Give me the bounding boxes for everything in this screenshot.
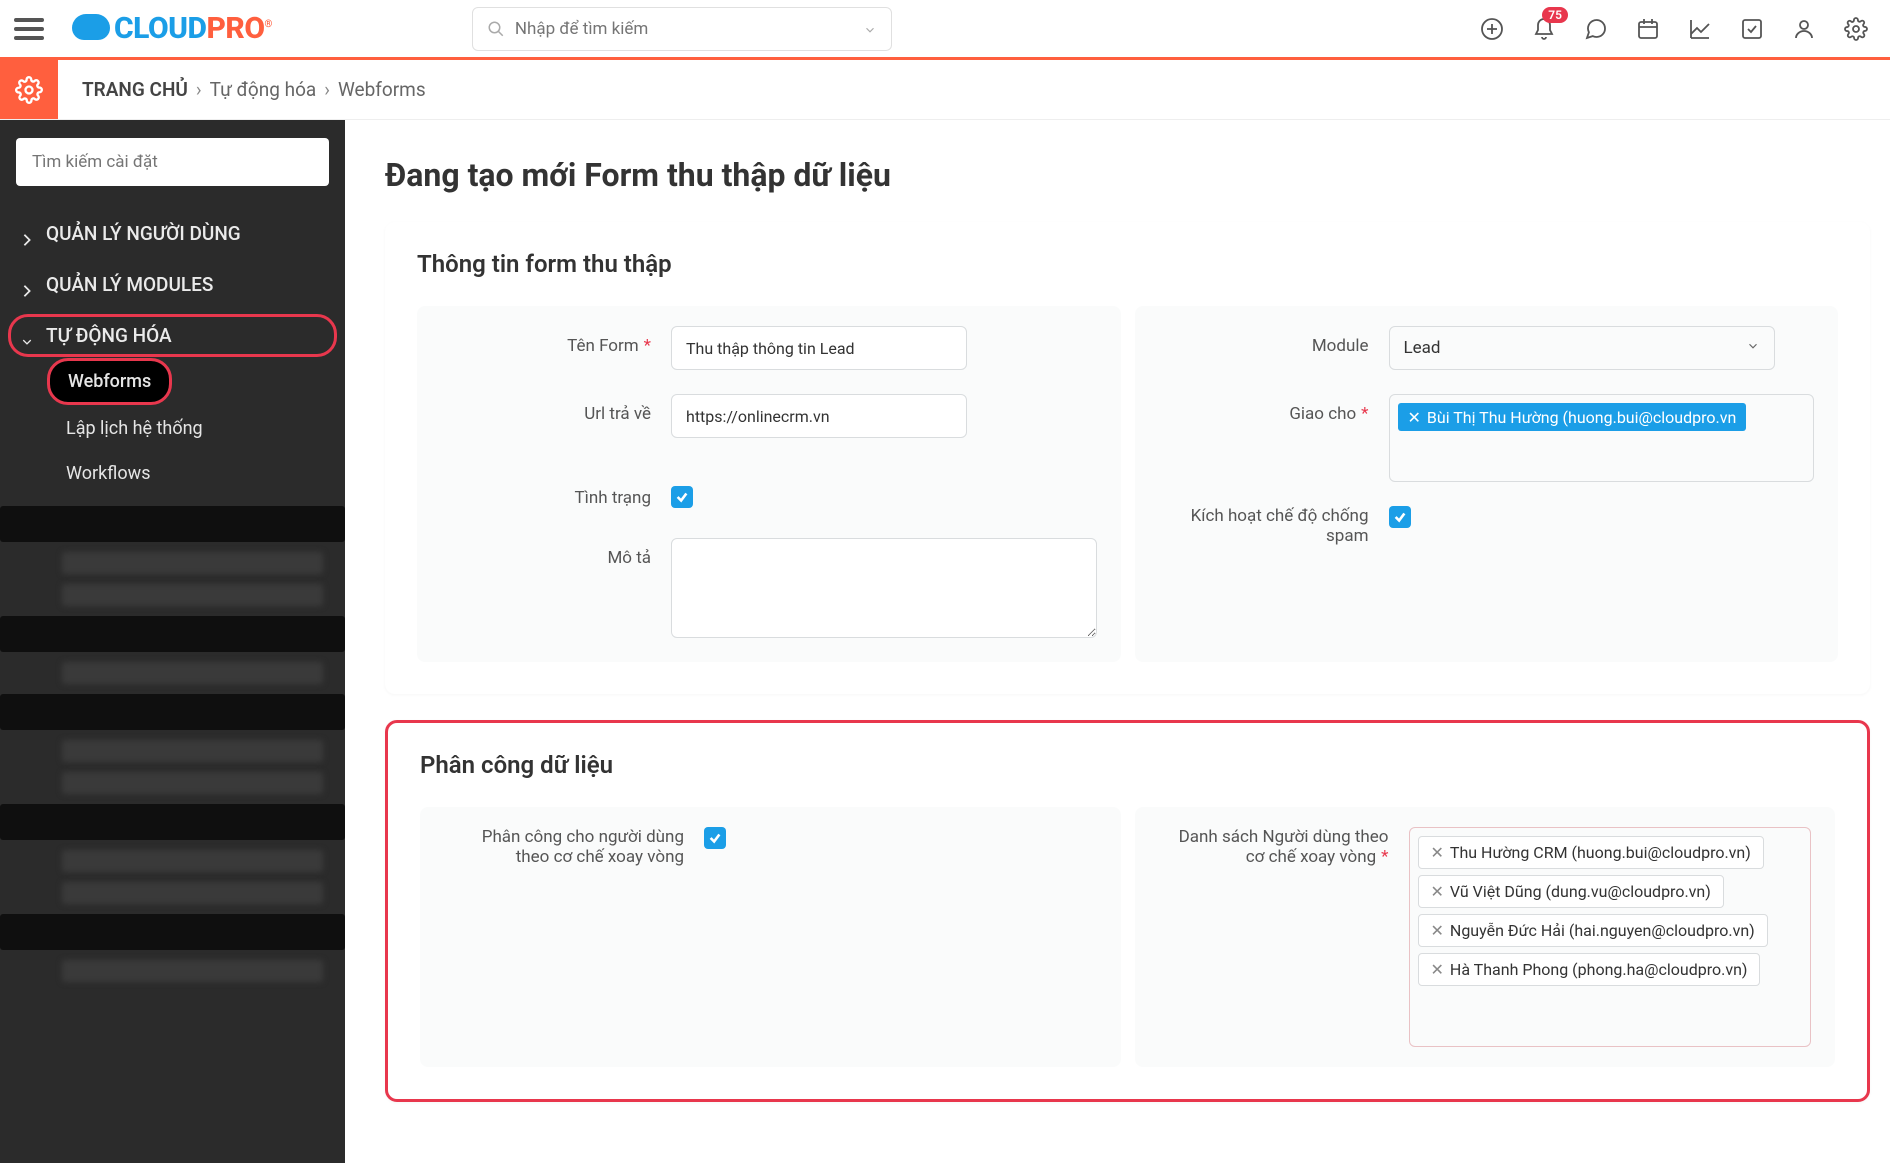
redacted-item bbox=[62, 850, 323, 872]
settings-panel-toggle[interactable] bbox=[0, 60, 58, 119]
gear-icon[interactable] bbox=[1844, 17, 1868, 41]
redacted-item bbox=[0, 616, 345, 652]
breadcrumb: TRANG CHỦ › Tự động hóa › Webforms bbox=[58, 60, 426, 119]
sidebar-item-automation[interactable]: TỰ ĐỘNG HÓA bbox=[8, 314, 337, 357]
sidebar-search-input[interactable] bbox=[16, 138, 329, 186]
calendar-icon[interactable] bbox=[1636, 17, 1660, 41]
chevron-down-icon bbox=[22, 331, 32, 341]
redacted-item bbox=[62, 584, 323, 606]
desc-textarea[interactable] bbox=[671, 538, 1097, 638]
antispam-checkbox[interactable] bbox=[1389, 506, 1411, 528]
status-label: Tình trạng bbox=[441, 478, 671, 508]
global-search[interactable] bbox=[472, 7, 892, 51]
notification-badge: 75 bbox=[1542, 7, 1568, 23]
form-name-input[interactable] bbox=[671, 326, 967, 370]
redacted-item bbox=[62, 662, 323, 684]
hamburger-icon bbox=[14, 18, 44, 40]
checkbox-icon[interactable] bbox=[1740, 17, 1764, 41]
assigned-tags[interactable]: ✕Bùi Thị Thu Hường (huong.bui@cloudpro.v… bbox=[1389, 394, 1815, 482]
remove-tag-icon[interactable]: ✕ bbox=[1408, 408, 1421, 427]
remove-tag-icon[interactable]: ✕ bbox=[1431, 843, 1444, 862]
assignment-card: Phân công dữ liệu Phân công cho người dù… bbox=[385, 720, 1870, 1102]
sidebar-sub-scheduler[interactable]: Lập lịch hệ thống bbox=[0, 406, 345, 451]
userlist-tags[interactable]: ✕ Thu Hường CRM (huong.bui@cloudpro.vn)✕… bbox=[1409, 827, 1812, 1047]
url-input[interactable] bbox=[671, 394, 967, 438]
search-icon bbox=[487, 20, 505, 38]
hamburger-menu[interactable] bbox=[0, 0, 58, 59]
subbar: TRANG CHỦ › Tự động hóa › Webforms bbox=[0, 60, 1890, 120]
redacted-item bbox=[62, 882, 323, 904]
chevron-right-icon bbox=[22, 280, 32, 290]
sidebar: QUẢN LÝ NGƯỜI DÙNG QUẢN LÝ MODULES TỰ ĐỘ… bbox=[0, 120, 345, 1163]
desc-label: Mô tả bbox=[441, 538, 671, 568]
chevron-down-icon bbox=[863, 22, 877, 36]
card-title: Thông tin form thu thập bbox=[417, 250, 1838, 278]
assigned-tag[interactable]: ✕Bùi Thị Thu Hường (huong.bui@cloudpro.v… bbox=[1398, 403, 1747, 431]
chat-icon[interactable] bbox=[1584, 17, 1608, 41]
user-tag[interactable]: ✕ Nguyễn Đức Hải (hai.nguyen@cloudpro.vn… bbox=[1418, 914, 1768, 947]
bell-icon[interactable]: 75 bbox=[1532, 17, 1556, 41]
sidebar-sub-webforms[interactable]: Webforms bbox=[50, 361, 169, 402]
url-label: Url trả về bbox=[441, 394, 671, 424]
breadcrumb-level1[interactable]: Tự động hóa bbox=[210, 78, 317, 101]
add-icon[interactable] bbox=[1480, 17, 1504, 41]
remove-tag-icon[interactable]: ✕ bbox=[1431, 960, 1444, 979]
form-info-card: Thông tin form thu thập Tên Form* Url tr… bbox=[385, 222, 1870, 694]
user-tag[interactable]: ✕ Vũ Việt Dũng (dung.vu@cloudpro.vn) bbox=[1418, 875, 1724, 908]
assigned-label: Giao cho* bbox=[1159, 394, 1389, 424]
logo[interactable]: CLOUDPRO® bbox=[72, 11, 272, 46]
userlist-label: Danh sách Người dùng theo cơ chế xoay vò… bbox=[1159, 827, 1409, 867]
redacted-item bbox=[62, 960, 323, 982]
roundrobin-checkbox[interactable] bbox=[704, 827, 726, 849]
sidebar-item-users[interactable]: QUẢN LÝ NGƯỜI DÙNG bbox=[0, 208, 345, 259]
redacted-item bbox=[0, 914, 345, 950]
redacted-item bbox=[62, 772, 323, 794]
main-content: Đang tạo mới Form thu thập dữ liệu Thông… bbox=[345, 120, 1890, 1163]
breadcrumb-home[interactable]: TRANG CHỦ bbox=[82, 78, 188, 101]
roundrobin-label: Phân công cho người dùng theo cơ chế xoa… bbox=[444, 827, 704, 867]
breadcrumb-level2[interactable]: Webforms bbox=[338, 78, 426, 101]
global-search-input[interactable] bbox=[515, 19, 863, 39]
card-title: Phân công dữ liệu bbox=[420, 751, 1835, 779]
module-select[interactable]: Lead bbox=[1389, 326, 1775, 370]
user-tag[interactable]: ✕ Thu Hường CRM (huong.bui@cloudpro.vn) bbox=[1418, 836, 1764, 869]
topbar: CLOUDPRO® 75 bbox=[0, 0, 1890, 60]
remove-tag-icon[interactable]: ✕ bbox=[1431, 882, 1444, 901]
sidebar-item-modules[interactable]: QUẢN LÝ MODULES bbox=[0, 259, 345, 310]
antispam-label: Kích hoạt chế độ chống spam bbox=[1159, 506, 1389, 546]
module-label: Module bbox=[1159, 326, 1389, 356]
chevron-right-icon bbox=[22, 229, 32, 239]
status-checkbox[interactable] bbox=[671, 486, 693, 508]
redacted-item bbox=[0, 804, 345, 840]
redacted-item bbox=[0, 506, 345, 542]
chart-icon[interactable] bbox=[1688, 17, 1712, 41]
user-icon[interactable] bbox=[1792, 17, 1816, 41]
page-title: Đang tạo mới Form thu thập dữ liệu bbox=[385, 156, 1870, 194]
sidebar-sub-workflows[interactable]: Workflows bbox=[0, 451, 345, 496]
remove-tag-icon[interactable]: ✕ bbox=[1431, 921, 1444, 940]
user-tag[interactable]: ✕ Hà Thanh Phong (phong.ha@cloudpro.vn) bbox=[1418, 953, 1761, 986]
form-name-label: Tên Form* bbox=[441, 326, 671, 356]
chevron-down-icon bbox=[1746, 338, 1760, 358]
redacted-item bbox=[62, 740, 323, 762]
redacted-item bbox=[0, 694, 345, 730]
redacted-item bbox=[62, 552, 323, 574]
cloud-icon bbox=[72, 14, 110, 40]
